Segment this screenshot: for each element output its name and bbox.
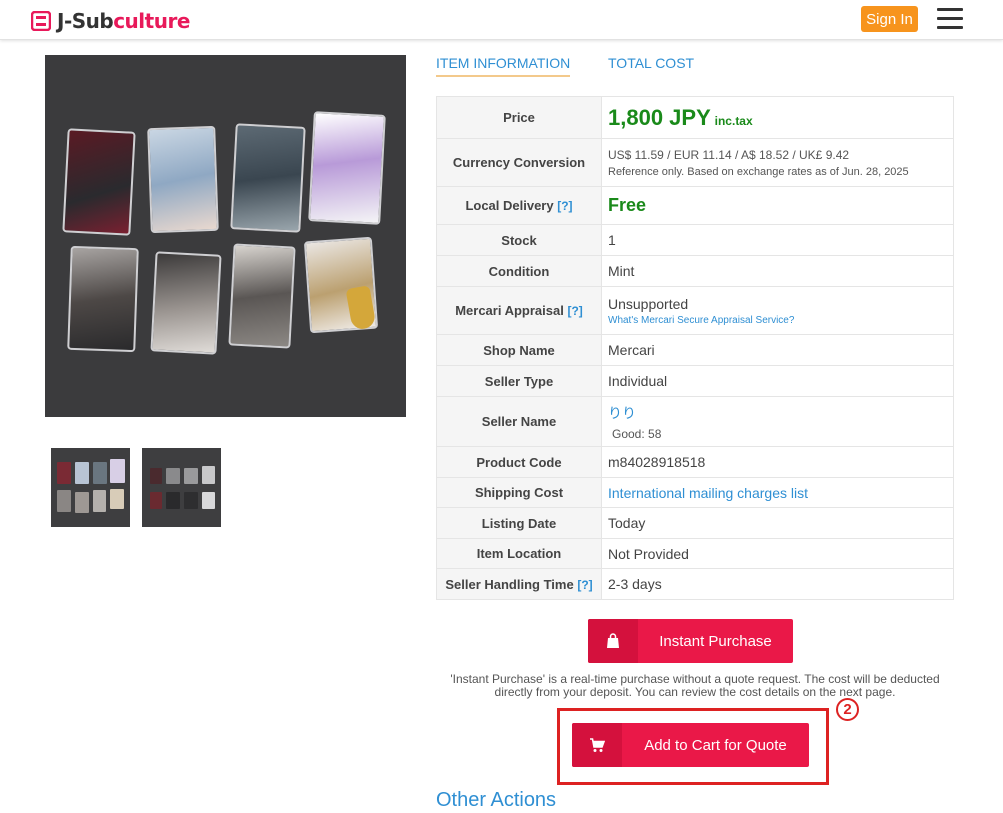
stock-value: 1 [601,224,954,256]
seller-name-label: Seller Name [436,396,602,447]
currency-note: Reference only. Based on exchange rates … [608,165,909,178]
tab-total-cost[interactable]: TOTAL COST [608,55,694,75]
shop-label: Shop Name [436,334,602,366]
seller-type-value: Individual [601,365,954,397]
currency-label: Currency Conversion [436,138,602,187]
shipping-label: Shipping Cost [436,477,602,508]
condition-label: Condition [436,255,602,287]
table-row: Seller Handling Time [?] 2-3 days [436,568,954,600]
delivery-cell: Free [601,186,954,225]
table-row: Product Code m84028918518 [436,446,954,478]
table-row: Currency Conversion US$ 11.59 / EUR 11.1… [436,138,954,187]
appraisal-info-link[interactable]: What's Mercari Secure Appraisal Service? [608,315,953,326]
location-value: Not Provided [601,538,954,569]
appraisal-cell: Unsupported What's Mercari Secure Apprai… [601,286,954,335]
currency-cell: US$ 11.59 / EUR 11.14 / A$ 18.52 / UK£ 9… [601,138,954,187]
table-row: Price 1,800 JPY inc.tax [436,96,954,139]
appraisal-label-cell: Mercari Appraisal [?] [436,286,602,335]
photocard [62,128,136,236]
photocard [228,243,296,349]
add-to-cart-label: Add to Cart for Quote [644,736,787,754]
seller-name-link[interactable]: りり [608,403,953,423]
shop-value: Mercari [601,334,954,366]
logo-icon [31,11,51,31]
table-row: Shipping Cost International mailing char… [436,477,954,508]
table-row: Seller Type Individual [436,365,954,397]
photocard [150,251,222,355]
condition-value: Mint [601,255,954,287]
item-info-table: Price 1,800 JPY inc.tax Currency Convers… [436,96,954,600]
table-row: Item Location Not Provided [436,538,954,569]
price-suffix: inc.tax [714,113,753,128]
seller-rating-value: 58 [648,426,662,441]
handling-value: 2-3 days [601,568,954,600]
tab-item-information[interactable]: ITEM INFORMATION [436,55,571,77]
thumbnail-2[interactable] [142,448,221,527]
photocard [147,125,219,234]
table-row: Listing Date Today [436,507,954,539]
appraisal-value: Unsupported [608,295,689,312]
step-marker: 2 [836,698,859,721]
price-label: Price [436,96,602,139]
sign-in-button[interactable]: Sign In [861,6,918,32]
photocard [308,111,386,225]
seller-name-cell: りり Good: 58 [601,396,954,447]
currency-value: US$ 11.59 / EUR 11.14 / A$ 18.52 / UK£ 9… [608,147,850,162]
delivery-label: Local Delivery [465,198,554,213]
shopping-bag-icon [588,619,638,663]
price-value: 1,800 JPY [608,104,711,130]
hamburger-icon[interactable] [937,8,963,30]
instant-purchase-note: 'Instant Purchase' is a real-time purcha… [450,672,940,699]
photocard [230,123,306,233]
listing-label: Listing Date [436,507,602,539]
instant-purchase-button[interactable]: Instant Purchase [588,619,793,663]
delivery-label-cell: Local Delivery [?] [436,186,602,225]
help-link[interactable]: [?] [557,199,572,213]
seller-type-label: Seller Type [436,365,602,397]
shipping-cell: International mailing charges list [601,477,954,508]
table-row: Stock 1 [436,224,954,256]
instant-purchase-label: Instant Purchase [659,632,772,650]
other-actions-heading: Other Actions [436,789,557,811]
price-cell: 1,800 JPY inc.tax [601,96,954,139]
site-header: J-Subculture Sign In [0,0,1003,40]
listing-value: Today [601,507,954,539]
table-row: Local Delivery [?] Free [436,186,954,225]
shipping-charges-link[interactable]: International mailing charges list [608,485,808,501]
help-link[interactable]: [?] [567,304,582,318]
shopping-cart-icon [572,723,622,767]
seller-rating: Good: 58 [608,427,953,441]
help-link[interactable]: [?] [577,578,592,592]
code-label: Product Code [436,446,602,478]
code-value: m84028918518 [601,446,954,478]
table-row: Shop Name Mercari [436,334,954,366]
appraisal-label: Mercari Appraisal [455,303,564,318]
table-row: Condition Mint [436,255,954,287]
stock-label: Stock [436,224,602,256]
handling-label-cell: Seller Handling Time [?] [436,568,602,600]
location-label: Item Location [436,538,602,569]
photocard [67,245,139,353]
handling-label: Seller Handling Time [445,576,574,592]
seller-rating-label: Good: [612,426,645,441]
table-row: Seller Name りり Good: 58 [436,396,954,447]
site-logo[interactable]: J-Subculture [31,9,190,33]
main-product-image[interactable] [45,55,406,417]
add-to-cart-button[interactable]: Add to Cart for Quote [572,723,809,767]
thumbnail-1[interactable] [51,448,130,527]
delivery-value: Free [608,195,647,215]
logo-text: J-Subculture [57,9,190,33]
table-row: Mercari Appraisal [?] Unsupported What's… [436,286,954,335]
